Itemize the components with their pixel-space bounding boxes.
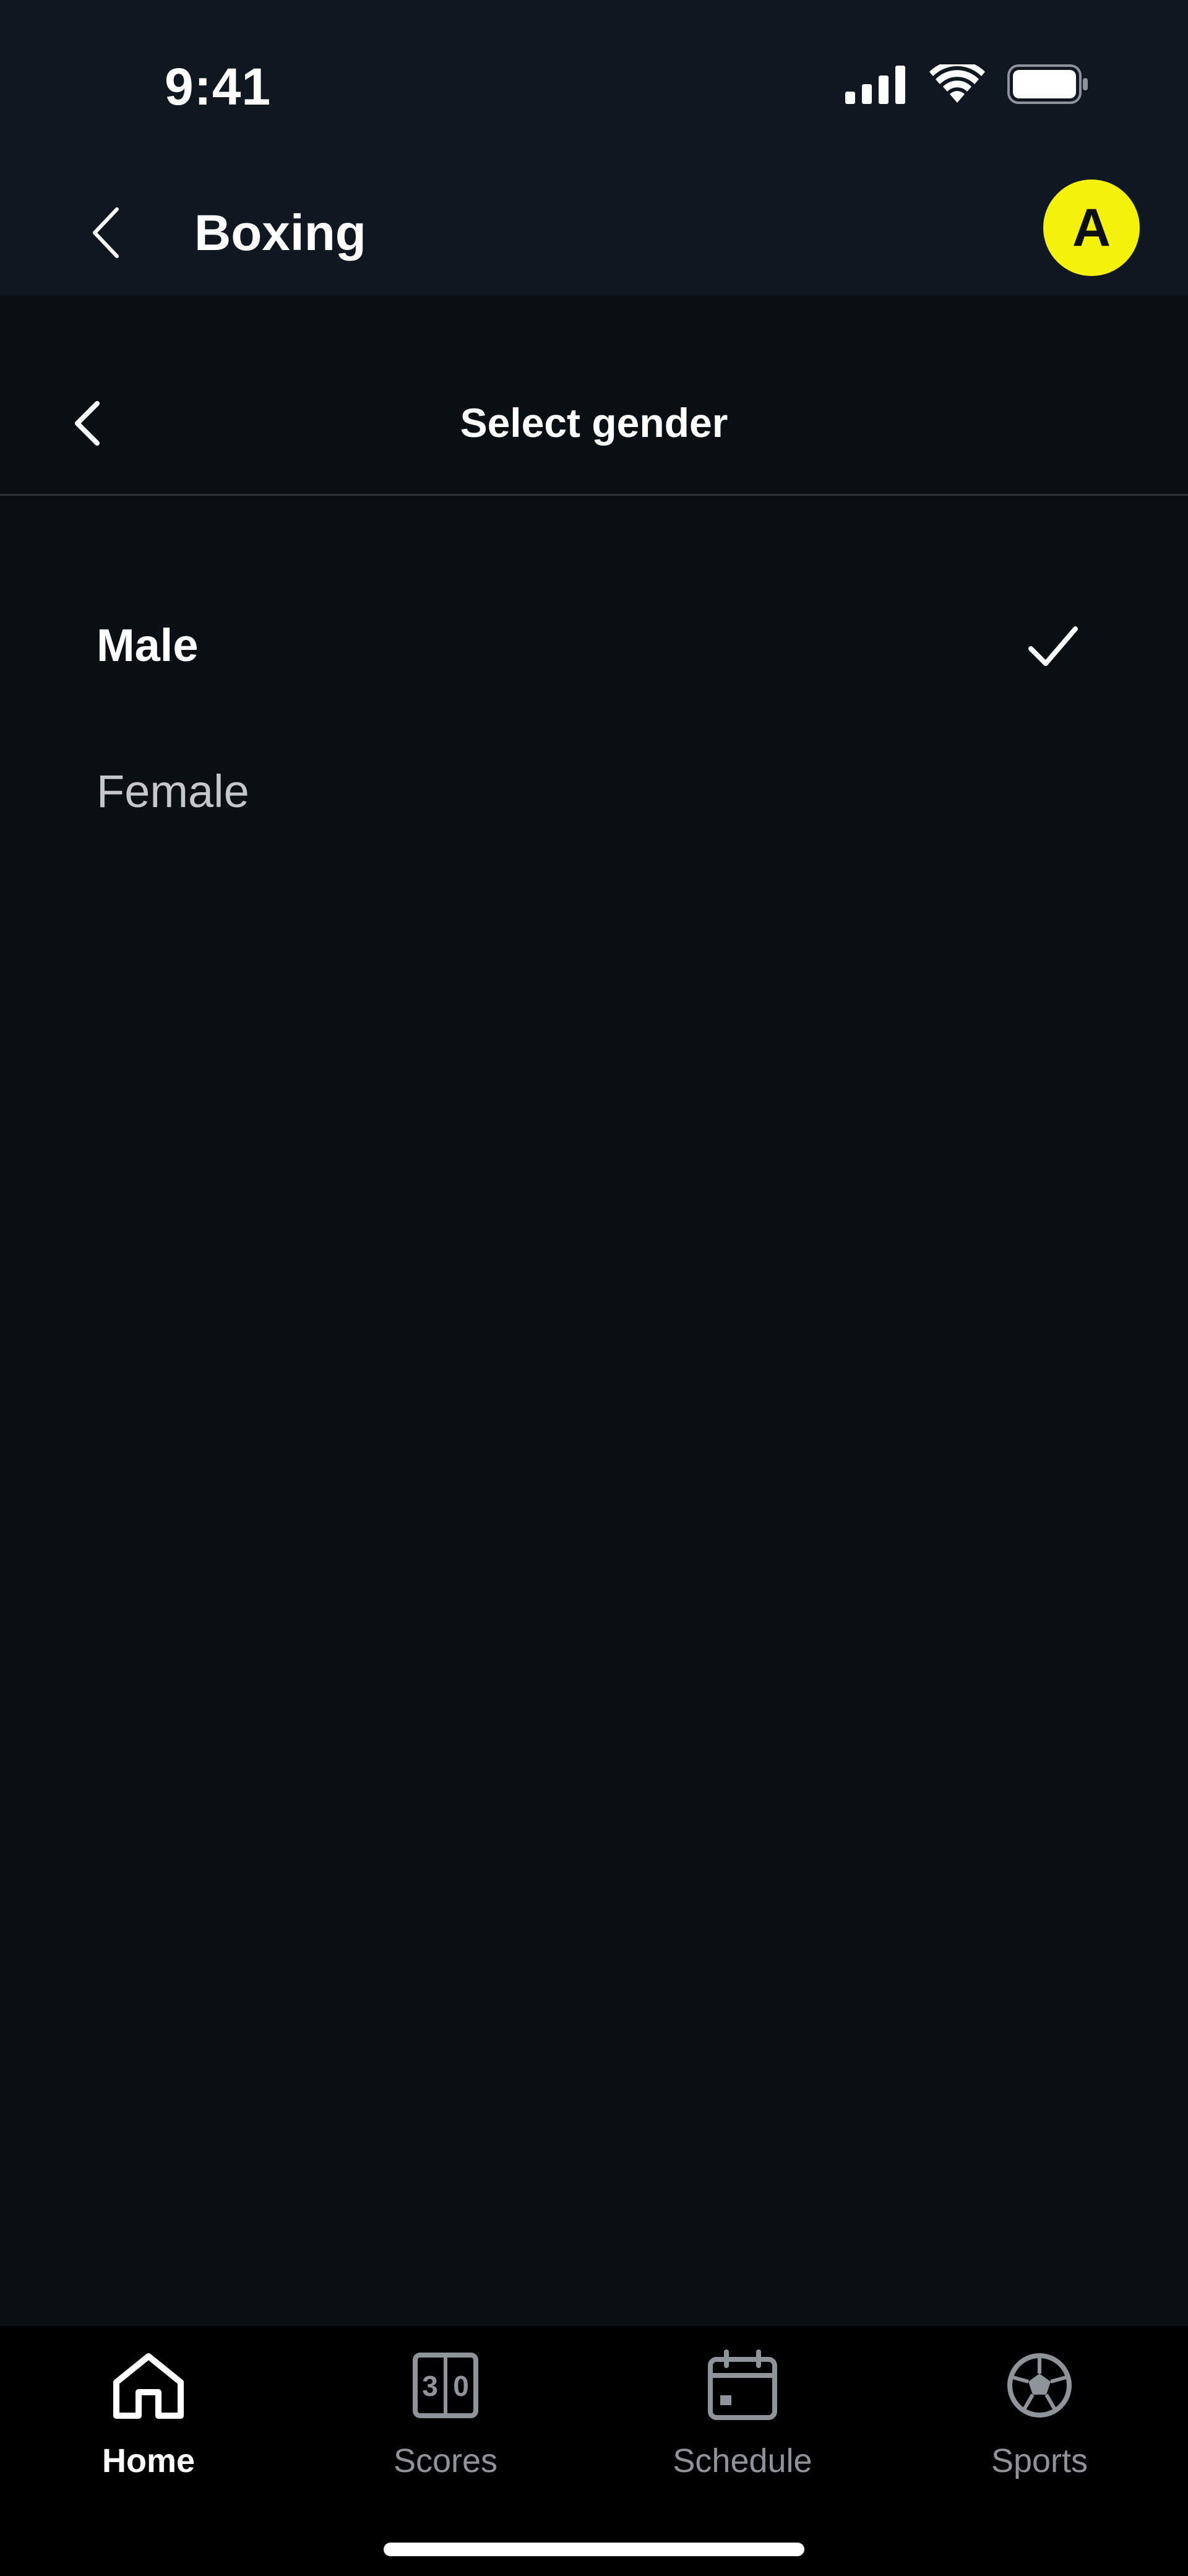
chevron-left-icon [93,207,119,258]
nav-item-home[interactable]: Home [0,2345,297,2505]
nav-label: Schedule [673,2442,812,2479]
option-male[interactable]: Male [0,569,1188,715]
top-area: 9:41 Boxing A [0,0,1188,296]
nav-item-scores[interactable]: 3 0 Scores [297,2345,594,2505]
scoreboard-icon: 3 0 [405,2345,486,2426]
home-icon [108,2345,189,2426]
status-time: 9:41 [165,58,272,116]
app-header: Boxing A [0,167,1188,296]
avatar-letter: A [1072,197,1111,257]
cellular-signal-icon [845,64,907,107]
page-title: Boxing [194,205,366,261]
status-icons [845,60,1089,107]
nav-item-sports[interactable]: Sports [891,2345,1188,2505]
sub-header: Select gender [0,296,1188,496]
option-label: Female [97,766,249,817]
back-button[interactable] [80,202,130,264]
svg-text:3: 3 [422,2370,438,2402]
sub-header-title: Select gender [460,400,728,446]
checkmark-icon [1028,626,1078,666]
nav-item-schedule[interactable]: Schedule [594,2345,891,2505]
avatar[interactable]: A [1043,179,1140,276]
nav-label: Scores [393,2442,498,2479]
nav-label: Home [101,2442,196,2479]
nav-label: Sports [991,2442,1088,2479]
gender-options-list: Male Female [0,569,1188,862]
home-indicator[interactable] [384,2543,804,2556]
option-label: Male [97,620,199,671]
option-female[interactable]: Female [0,715,1188,862]
wifi-icon [929,60,985,107]
status-bar: 9:41 [0,0,1188,167]
bottom-nav: Home 3 0 Scores Schedule Sports [0,2326,1188,2576]
svg-text:0: 0 [453,2370,469,2402]
calendar-icon [702,2345,783,2426]
soccer-ball-icon [999,2345,1080,2426]
battery-icon [1007,64,1089,107]
